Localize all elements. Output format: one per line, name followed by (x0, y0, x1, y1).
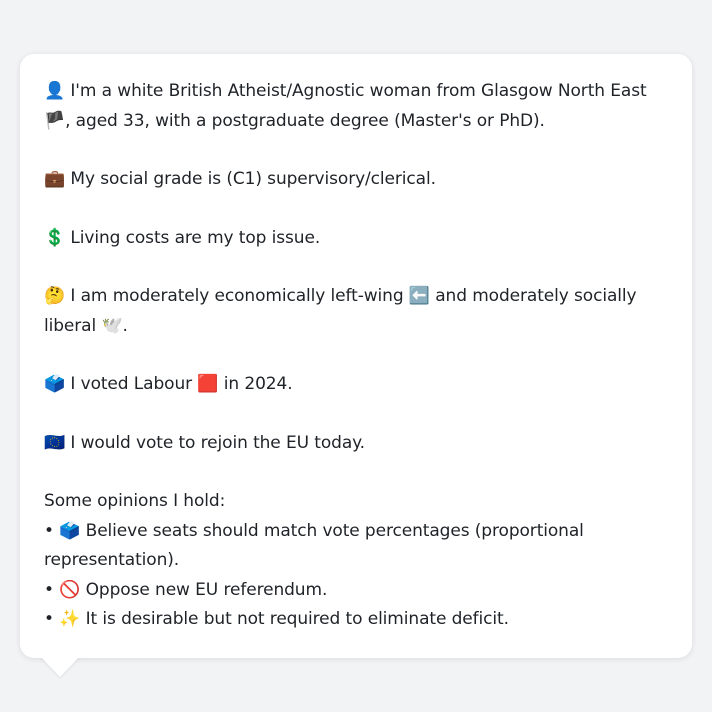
opinion-text: It is desirable but not required to elim… (85, 609, 509, 629)
message-content: 👤 I'm a white British Atheist/Agnostic w… (44, 77, 668, 635)
scotland-flag-icon: 🏴 (44, 110, 66, 131)
identity-text: I'm a white British Atheist/Agnostic wom… (70, 81, 647, 101)
chat-message-bubble: 👤 I'm a white British Atheist/Agnostic w… (20, 54, 692, 658)
dollar-sign-icon: 💲 (44, 227, 66, 248)
bullet-dot: • (44, 579, 54, 600)
prohibited-icon: 🚫 (59, 579, 81, 600)
list-item: • ✨ It is desirable but not required to … (44, 605, 668, 635)
ideology-line: 🤔 I am moderately economically left-wing… (44, 282, 668, 341)
opinion-text: Oppose new EU referendum. (85, 579, 328, 600)
left-arrow-icon: ⬅️ (408, 286, 430, 306)
top-issue-line: 💲 Living costs are my top issue. (44, 224, 668, 254)
vote-2024-line: 🗳️ I voted Labour 🟥 in 2024. (44, 370, 668, 400)
ballot-box-icon: 🗳️ (59, 520, 81, 541)
opinion-text: Believe seats should match vote percenta… (44, 520, 584, 571)
bubble-tail (40, 656, 80, 677)
social-grade-text: My social grade is (C1) supervisory/cler… (70, 169, 436, 189)
dove-icon: 🕊️ (101, 315, 123, 336)
ballot-box-icon: 🗳️ (44, 374, 66, 394)
thinking-face-icon: 🤔 (44, 286, 66, 306)
opinions-heading: Some opinions I hold: (44, 491, 226, 511)
social-grade-line: 💼 My social grade is (C1) supervisory/cl… (44, 165, 668, 195)
list-item: • 🗳️ Believe seats should match vote per… (44, 517, 668, 576)
ideology-text-after: . (122, 315, 128, 336)
top-issue-text: Living costs are my top issue. (70, 227, 321, 248)
red-square-icon: 🟥 (197, 374, 219, 394)
sparkles-icon: ✨ (59, 609, 81, 629)
bullet-dot: • (44, 609, 54, 629)
list-item: • 🚫 Oppose new EU referendum. (44, 576, 668, 606)
vote-2024-text-before: I voted Labour (70, 374, 193, 394)
identity-line: 👤 I'm a white British Atheist/Agnostic w… (44, 77, 668, 136)
eu-text: I would vote to rejoin the EU today. (70, 432, 365, 453)
ideology-text-before: I am moderately economically left-wing (70, 286, 404, 306)
vote-2024-text-after: in 2024. (223, 374, 293, 394)
briefcase-icon: 💼 (44, 169, 66, 189)
person-silhouette-icon: 👤 (44, 81, 66, 101)
eu-line: 🇪🇺 I would vote to rejoin the EU today. (44, 429, 668, 459)
eu-flag-icon: 🇪🇺 (44, 432, 66, 453)
identity-text-after: , aged 33, with a postgraduate degree (M… (65, 110, 545, 131)
bullet-dot: • (44, 520, 54, 541)
